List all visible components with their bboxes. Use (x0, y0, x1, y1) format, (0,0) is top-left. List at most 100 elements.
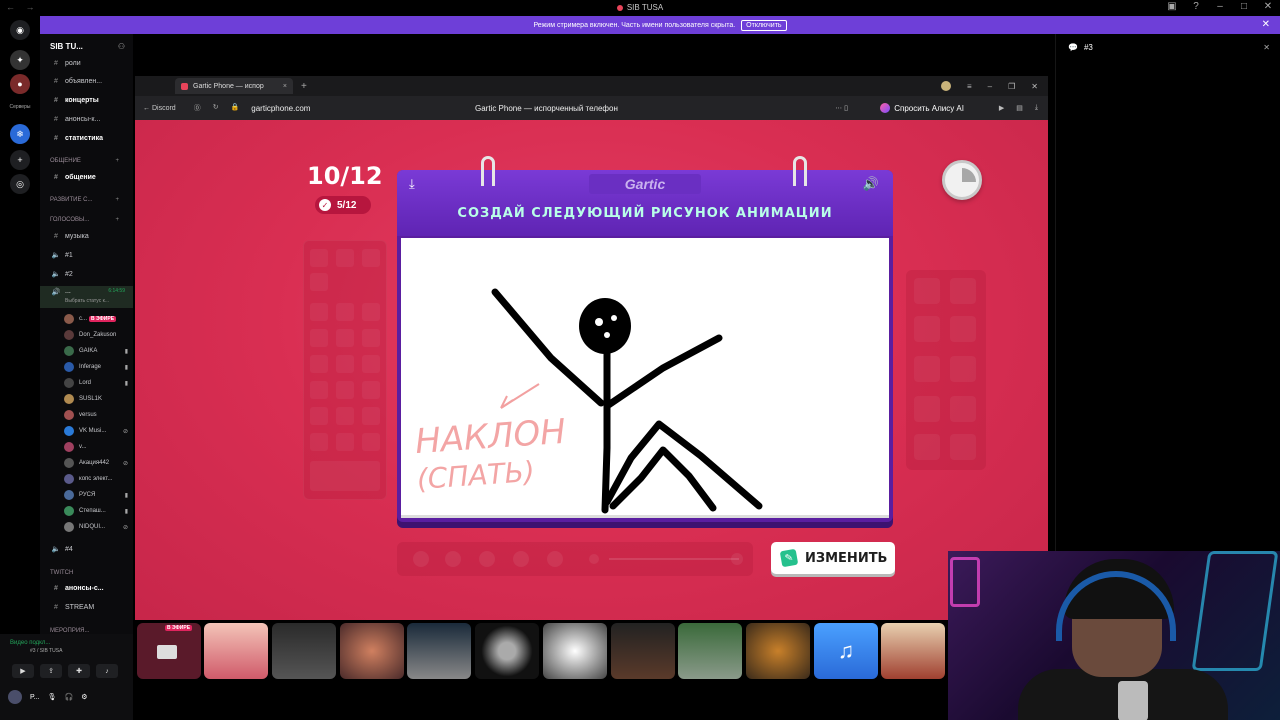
participant-tile[interactable] (678, 623, 742, 679)
server-icon[interactable]: ❄ (10, 124, 30, 144)
discord-home-icon[interactable]: ◉ (10, 20, 30, 40)
voice-channel-4[interactable]: 🔈 #4 (40, 542, 133, 556)
participant-tile[interactable] (272, 623, 336, 679)
voice-user[interactable]: Степаш... ▮ (64, 504, 128, 518)
download-icon[interactable]: ⤓ (1035, 104, 1038, 112)
minimize-button[interactable]: – (1214, 1, 1226, 12)
participant-tile[interactable] (204, 623, 268, 679)
voice-user[interactable]: Inferage ▮ (64, 360, 128, 374)
back-button[interactable]: ← Discord (143, 105, 176, 112)
close-tab-icon[interactable]: × (283, 83, 287, 90)
participant-tile[interactable] (543, 623, 607, 679)
voice-user[interactable]: Don_Zakuson (64, 328, 128, 342)
soundboard-button[interactable]: ♪ (96, 664, 118, 678)
size-option[interactable] (479, 551, 495, 567)
server-icon[interactable]: ● (10, 74, 30, 94)
opacity-slider[interactable] (609, 558, 739, 560)
participant-tile[interactable] (746, 623, 810, 679)
pen-tool-icon[interactable] (950, 356, 976, 382)
download-icon[interactable]: ⤓ (409, 176, 415, 192)
category-twitch[interactable]: TWITCH (40, 566, 133, 580)
voice-user[interactable]: GAIKA ▮ (64, 344, 128, 358)
voice-channel-1[interactable]: 🔈 #1 (40, 248, 133, 262)
play-icon[interactable]: ▶ (999, 104, 1004, 112)
discover-icon[interactable]: ◎ (10, 174, 30, 194)
voice-user[interactable]: Lord ▮ (64, 376, 128, 390)
channel-chat[interactable]: # общение (40, 170, 133, 184)
headphones-icon[interactable]: 🎧 (65, 693, 74, 701)
volume-icon[interactable]: 🔊 (863, 176, 879, 192)
size-option[interactable] (547, 551, 563, 567)
close-button[interactable]: ✕ (1262, 1, 1274, 12)
browser-tab[interactable]: Gartic Phone — испор × (175, 78, 293, 94)
voice-user[interactable]: NIDQUI... ⊘ (64, 520, 128, 534)
voice-channel-2[interactable]: 🔈 #2 (40, 267, 133, 281)
voice-user[interactable]: РУСЯ ▮ (64, 488, 128, 502)
more-icon[interactable]: ⋯ ▯ (835, 104, 848, 112)
channel-concerts[interactable]: # концерты (40, 93, 133, 107)
screen-icon[interactable]: ▣ (1166, 1, 1178, 12)
voice-user[interactable]: c... В ЭФИРЕ (64, 312, 128, 326)
server-header[interactable]: SIB TU... ⚇ (40, 34, 133, 58)
disable-streamer-mode-button[interactable]: Отключить (741, 19, 787, 31)
close-banner-icon[interactable]: ✕ (1262, 19, 1270, 30)
mic-icon[interactable]: 🎙 (48, 693, 57, 701)
size-option[interactable] (513, 551, 529, 567)
activity-button[interactable]: ✚ (68, 664, 90, 678)
url-field[interactable]: garticphone.com (251, 104, 310, 113)
channel-announcements[interactable]: # объявлен... (40, 74, 133, 88)
camera-button[interactable]: ▶ (12, 664, 34, 678)
channel-announces-s[interactable]: # анонсы-с... (40, 581, 133, 595)
add-member-icon[interactable]: ⚇ (118, 42, 125, 51)
participant-tile[interactable] (881, 623, 945, 679)
participant-tile[interactable]: В ЭФИРЕ (137, 623, 201, 679)
participant-tile[interactable] (475, 623, 539, 679)
channel-music[interactable]: # музыка (40, 229, 133, 243)
collections-icon[interactable]: ▤ (1016, 104, 1023, 112)
size-option[interactable] (445, 551, 461, 567)
participant-tile[interactable] (340, 623, 404, 679)
voice-user[interactable]: versus (64, 408, 128, 422)
channel-roles[interactable]: # роли (40, 56, 133, 70)
screen-share-button[interactable]: ⇪ (40, 664, 62, 678)
category-development[interactable]: РАЗВИТИЕ С... + (40, 193, 133, 207)
edit-button[interactable]: ✎ ИЗМЕНИТЬ (771, 542, 895, 574)
fill-tool-icon[interactable] (914, 396, 940, 422)
category-voice[interactable]: ГОЛОСОВЫ... + (40, 213, 133, 227)
close-icon[interactable]: ✕ (1263, 43, 1270, 52)
ask-alice-button[interactable]: Спросить Алису AI (880, 103, 964, 113)
reload-icon[interactable]: ↻ (213, 103, 219, 113)
music-icon[interactable]: ♫ (814, 623, 878, 679)
ellipse-tool-icon[interactable] (950, 316, 976, 342)
voice-user[interactable]: копс элект... (64, 472, 128, 486)
menu-icon[interactable]: ≡ (967, 82, 972, 91)
undo-tool-icon[interactable] (914, 434, 940, 460)
line-tool-icon[interactable] (914, 356, 940, 382)
copy-tool-icon[interactable] (950, 396, 976, 422)
category-chat[interactable]: ОБЩЕНИЕ + (40, 154, 133, 168)
shield-icon[interactable]: ⓪ (194, 103, 201, 113)
new-tab-icon[interactable]: + (301, 81, 307, 92)
close-icon[interactable]: ✕ (1031, 82, 1038, 91)
voice-user[interactable]: VK Musi... ⊘ (64, 424, 128, 438)
participant-tile[interactable] (407, 623, 471, 679)
drawing-canvas[interactable]: НАКЛОН (СПАТЬ) (401, 238, 889, 518)
channel-stream[interactable]: # STREAM (40, 600, 133, 614)
voice-user[interactable]: SUSL1K (64, 392, 128, 406)
voice-user[interactable]: Акация442 ⊘ (64, 456, 128, 470)
size-option[interactable] (413, 551, 429, 567)
help-icon[interactable]: ? (1190, 1, 1202, 12)
pencil-tool-icon[interactable] (914, 278, 940, 304)
eraser-tool-icon[interactable] (950, 278, 976, 304)
maximize-button[interactable]: □ (1238, 1, 1250, 12)
voice-user[interactable]: v... (64, 440, 128, 454)
redo-tool-icon[interactable] (950, 434, 976, 460)
channel-stats[interactable]: # статистика (40, 131, 133, 145)
restore-icon[interactable]: ❐ (1008, 82, 1015, 91)
channel-announces-k[interactable]: # анонсы-к... (40, 112, 133, 126)
minimize-icon[interactable]: – (988, 82, 992, 91)
voice-channel-3[interactable]: 🔊 ... 6:14:59 Выбрать статус к... (40, 286, 133, 308)
rect-tool-icon[interactable] (914, 316, 940, 342)
server-icon[interactable]: ✦ (10, 50, 30, 70)
add-server-icon[interactable]: + (10, 150, 30, 170)
